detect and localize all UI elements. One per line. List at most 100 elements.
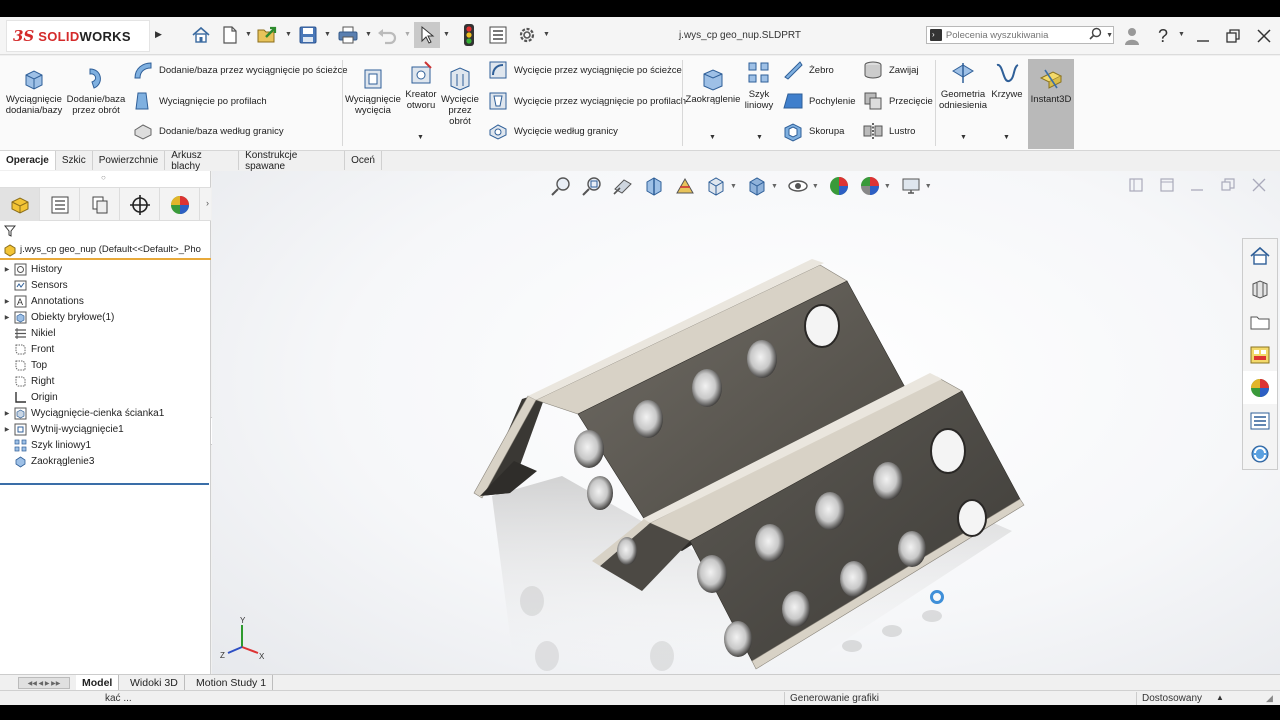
panel-grip-icon[interactable]: ○ <box>101 173 106 182</box>
feature-tree-item[interactable]: Origin <box>0 389 211 405</box>
print-icon[interactable] <box>337 24 359 46</box>
feature-tree-item[interactable]: ▶ Obiekty bryłowe(1) <box>0 309 211 325</box>
viewport-minimize-icon[interactable] <box>1189 177 1205 193</box>
hide-show-dropdown-icon[interactable]: ▼ <box>812 183 819 190</box>
view-settings-dropdown-icon[interactable]: ▼ <box>925 183 932 190</box>
tab-weldments[interactable]: Konstrukcje spawane <box>239 150 346 172</box>
sweep-boss-button[interactable]: Dodanie/baza przez wyciągnięcie po ścież… <box>132 59 348 81</box>
dimxpert-tab-icon[interactable] <box>120 188 160 221</box>
draft-button[interactable]: Pochylenie <box>782 90 855 112</box>
open-icon[interactable] <box>256 24 278 46</box>
save-dropdown-icon[interactable]: ▼ <box>324 31 331 38</box>
save-icon[interactable] <box>297 24 319 46</box>
feature-tree-item[interactable]: Szyk liniowy1 <box>0 437 211 453</box>
curves-button[interactable]: Krzywe <box>989 59 1025 100</box>
configuration-manager-tab-icon[interactable] <box>80 188 120 221</box>
expand-arrow-icon[interactable]: ▶ <box>1 426 13 433</box>
options-gear-icon[interactable] <box>516 24 538 46</box>
search-dropdown-icon[interactable]: ▼ <box>1106 32 1113 39</box>
select-icon[interactable] <box>414 22 440 48</box>
loft-boss-button[interactable]: Wyciągnięcie po profilach <box>132 90 267 112</box>
display-style-dropdown-icon[interactable]: ▼ <box>771 183 778 190</box>
ref-geometry-dropdown-icon[interactable]: ▼ <box>960 134 967 141</box>
expand-arrow-icon[interactable]: ▶ <box>1 410 13 417</box>
unit-system[interactable]: Dostosowany <box>1142 693 1202 704</box>
hole-dropdown-icon[interactable]: ▼ <box>417 134 424 141</box>
hole-wizard-button[interactable]: Kreator otworu <box>402 59 440 111</box>
viewport-close-icon[interactable] <box>1251 177 1267 193</box>
solidworks-resources-icon[interactable] <box>1243 239 1277 272</box>
view-settings-icon[interactable] <box>898 174 924 198</box>
view-orientation-icon[interactable] <box>703 174 729 198</box>
search-input[interactable] <box>945 29 1086 41</box>
mirror-button[interactable]: Lustro <box>862 120 915 142</box>
design-library-icon[interactable] <box>1243 272 1277 305</box>
tab-features[interactable]: Operacje <box>0 151 56 170</box>
fillet-dropdown-icon[interactable]: ▼ <box>709 134 716 141</box>
zoom-to-area-icon[interactable] <box>579 174 605 198</box>
close-icon[interactable] <box>1253 25 1275 47</box>
rollback-bar[interactable] <box>0 483 209 485</box>
feature-tree-item[interactable]: Nikiel <box>0 325 211 341</box>
more-tabs-icon[interactable]: › <box>206 198 209 208</box>
restore-icon[interactable] <box>1222 25 1244 47</box>
search-icon[interactable] <box>1089 27 1102 43</box>
feature-manager-tab-icon[interactable] <box>0 188 40 221</box>
instant3d-button[interactable]: Instant3D <box>1028 59 1074 149</box>
expand-arrow-icon[interactable]: ▶ <box>1 314 13 321</box>
tab-navigation-buttons[interactable]: ◀◀ ◀ ▶ ▶▶ <box>18 677 70 689</box>
new-document-icon[interactable] <box>219 24 241 46</box>
feature-tree-item[interactable]: Front <box>0 341 211 357</box>
view-palette-icon[interactable] <box>1243 338 1277 371</box>
custom-properties-icon[interactable] <box>1243 404 1277 437</box>
menu-expand-icon[interactable]: ▶ <box>155 29 162 40</box>
curves-dropdown-icon[interactable]: ▼ <box>1003 134 1010 141</box>
select-dropdown-icon[interactable]: ▼ <box>443 31 450 38</box>
file-properties-icon[interactable] <box>487 24 509 46</box>
section-view-icon[interactable] <box>641 174 667 198</box>
new-dropdown-icon[interactable]: ▼ <box>245 31 252 38</box>
rib-button[interactable]: Żebro <box>782 59 834 81</box>
tab-model[interactable]: Model <box>76 675 120 691</box>
viewport-split-icon[interactable] <box>1159 177 1175 193</box>
viewport-restore-icon[interactable] <box>1220 177 1236 193</box>
intersect-button[interactable]: Przecięcie <box>862 90 933 112</box>
resize-grip-icon[interactable]: ◢ <box>1266 693 1273 704</box>
wrap-button[interactable]: Zawijaj <box>862 59 919 81</box>
undo-icon[interactable] <box>376 24 398 46</box>
loft-cut-button[interactable]: Wycięcie przez wyciągnięcie po profilach <box>487 90 686 112</box>
sweep-cut-button[interactable]: Wycięcie przez wyciągnięcie po ścieżce <box>487 59 682 81</box>
help-icon[interactable]: ? <box>1152 25 1174 47</box>
options-dropdown-icon[interactable]: ▼ <box>543 31 550 38</box>
forum-icon[interactable] <box>1243 437 1277 470</box>
apply-scene-dropdown-icon[interactable]: ▼ <box>884 183 891 190</box>
help-dropdown-icon[interactable]: ▼ <box>1178 31 1185 38</box>
edit-appearance-icon[interactable] <box>826 174 852 198</box>
display-manager-tab-icon[interactable] <box>160 188 200 221</box>
view-orientation-dropdown-icon[interactable]: ▼ <box>730 183 737 190</box>
tab-3d-views[interactable]: Widoki 3D <box>124 675 185 691</box>
home-icon[interactable] <box>190 24 212 46</box>
zigzag-sheet-part-model[interactable] <box>452 231 1032 701</box>
tab-sketch[interactable]: Szkic <box>56 151 93 170</box>
user-icon[interactable] <box>1121 25 1143 47</box>
tab-motion-study[interactable]: Motion Study 1 <box>190 675 274 691</box>
zoom-to-fit-icon[interactable] <box>548 174 574 198</box>
feature-tree-item[interactable]: ▶ Wytnij-wyciągnięcie1 <box>0 421 211 437</box>
tab-evaluate[interactable]: Oceń <box>345 151 382 170</box>
previous-view-icon[interactable] <box>610 174 636 198</box>
feature-tree-item[interactable]: ▶ Wyciągnięcie-cienka ścianka1 <box>0 405 211 421</box>
apply-scene-icon[interactable] <box>857 174 883 198</box>
display-style-icon[interactable] <box>744 174 770 198</box>
viewport-tile-icon[interactable] <box>1128 177 1144 193</box>
appearances-scenes-icon[interactable] <box>1243 371 1277 404</box>
feature-tree-item[interactable]: ▶ History <box>0 261 211 277</box>
boundary-boss-button[interactable]: Dodanie/baza według granicy <box>132 120 284 142</box>
boundary-cut-button[interactable]: Wycięcie według granicy <box>487 120 618 142</box>
reference-geometry-button[interactable]: Geometria odniesienia <box>937 59 989 111</box>
open-dropdown-icon[interactable]: ▼ <box>285 31 292 38</box>
print-dropdown-icon[interactable]: ▼ <box>365 31 372 38</box>
revolve-cut-button[interactable]: Wycięcie przez obrót <box>440 64 480 127</box>
minimize-icon[interactable] <box>1192 25 1214 47</box>
dynamic-annotation-icon[interactable] <box>672 174 698 198</box>
